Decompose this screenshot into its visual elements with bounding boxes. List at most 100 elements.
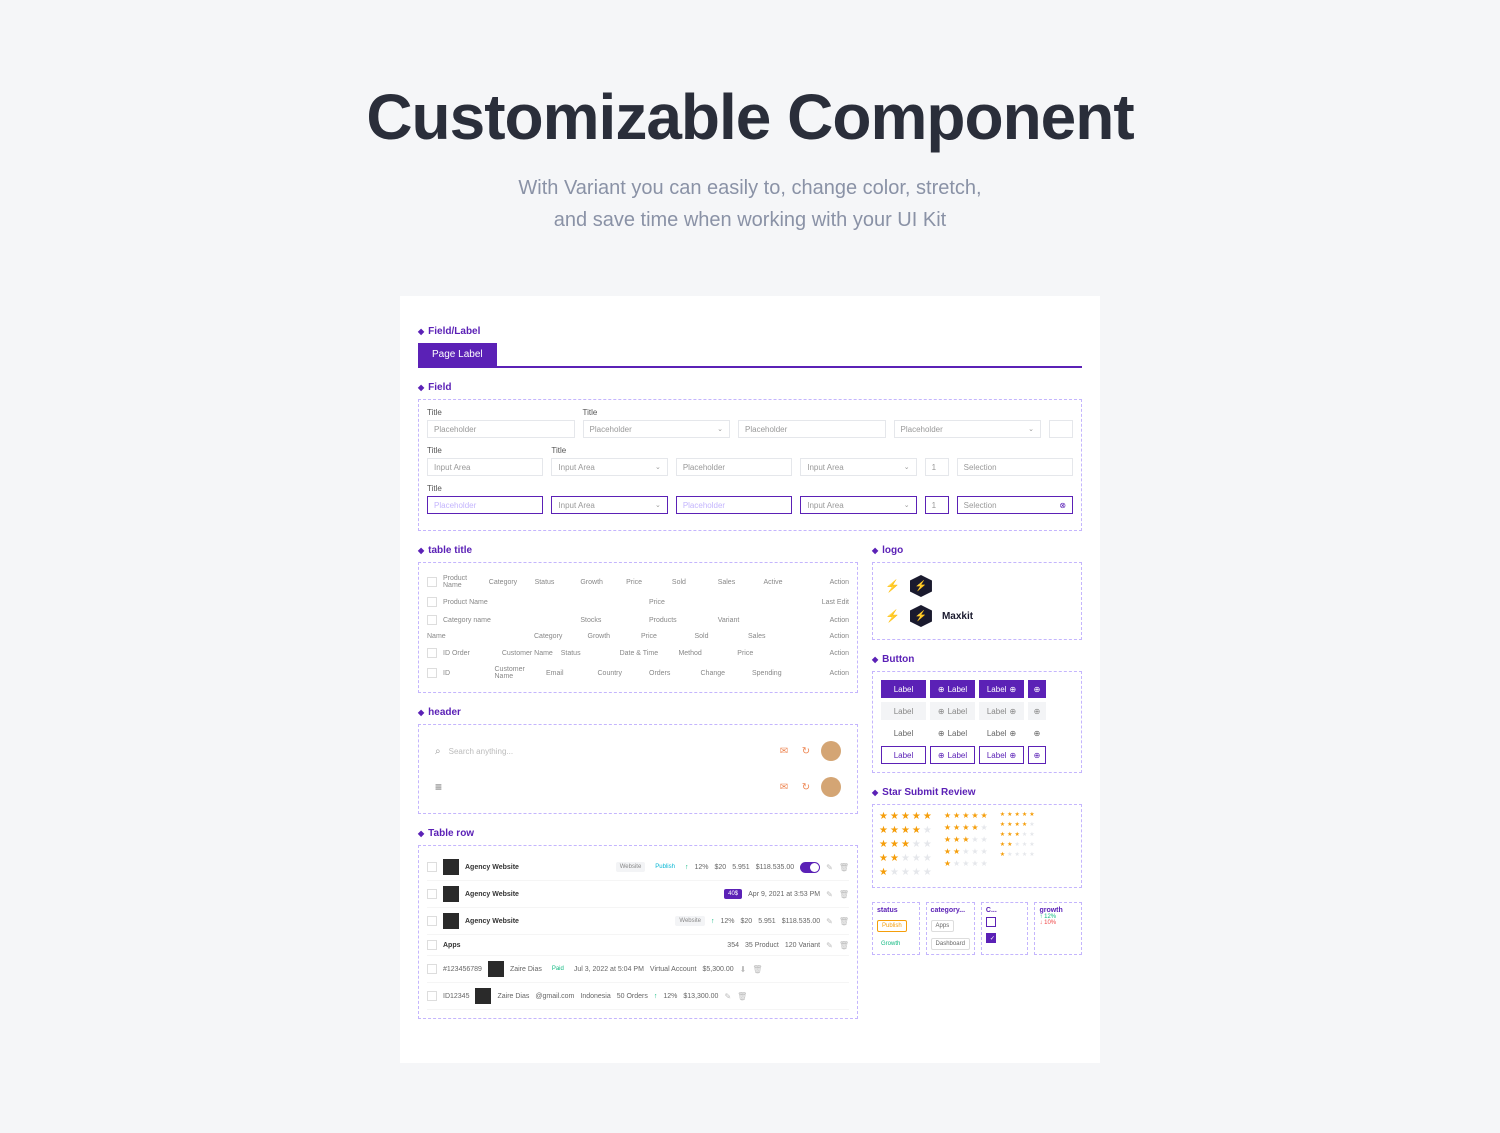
star-rating[interactable]: ★★★★★ [1000,811,1035,818]
delete-icon[interactable]: 🗑 [752,965,762,974]
checkbox[interactable] [427,668,437,678]
checkbox-checked[interactable]: ✓ [986,933,996,943]
star-rating[interactable]: ★★★★★ [944,859,988,868]
delete-icon[interactable]: 🗑 [839,863,849,872]
edit-icon[interactable]: ✎ [826,917,833,926]
download-icon[interactable]: ⬇ [740,965,747,974]
checkbox[interactable] [427,648,437,658]
close-icon[interactable]: ⊗ [1059,501,1066,510]
star-rating[interactable]: ★★★★★ [879,839,932,850]
plus-icon: ⊕ [938,707,945,716]
star-rating[interactable]: ★★★★★ [1000,851,1035,858]
section-table-row: Table row [418,828,858,839]
input-placeholder[interactable]: Placeholder [738,420,886,438]
status-badge: Publish [877,920,907,932]
hamburger-icon[interactable]: ≡ [435,780,442,794]
checkbox[interactable] [427,991,437,1001]
plus-icon: ⊕ [938,685,945,694]
edit-icon[interactable]: ✎ [826,941,833,950]
button-outline[interactable]: Label [881,746,926,764]
edit-icon[interactable]: ✎ [826,890,833,899]
select-input-area[interactable]: Input Area⌄ [551,458,667,476]
avatar[interactable] [821,741,841,761]
growth-box: growth ↑ 12% ↓ 10% [1034,902,1082,955]
page-label-tab[interactable]: Page Label [418,343,1082,366]
button-filled[interactable]: Label [881,680,926,698]
table-header-row: ID OrderCustomer NameStatusDate & TimeMe… [427,644,849,662]
edit-icon[interactable]: ✎ [826,863,833,872]
plus-icon: ⊕ [938,751,945,760]
delete-icon[interactable]: 🗑 [839,917,849,926]
chevron-down-icon: ⌄ [655,463,661,471]
star-rating[interactable]: ★★★★★ [944,847,988,856]
button-variants: Label ⊕Label Label⊕ ⊕ Label ⊕Label Label… [872,671,1082,773]
input-small[interactable] [1049,420,1073,438]
button-filled-icon-left[interactable]: ⊕Label [930,680,975,698]
button-ghost[interactable]: ⊕Label [930,724,975,742]
plus-icon: ⊕ [1034,707,1041,716]
star-rating[interactable]: ★★★★★ [879,867,932,878]
star-rating[interactable]: ★★★★★ [879,825,932,836]
input-number[interactable]: 1 [925,458,949,476]
button-ghost[interactable]: Label [881,724,926,742]
hero-subtitle: With Variant you can easily to, change c… [0,172,1500,236]
checkbox-empty[interactable] [986,917,996,927]
delete-icon[interactable]: 🗑 [839,890,849,899]
checkbox[interactable] [427,889,437,899]
checkbox[interactable] [427,964,437,974]
button-filled-icon-right[interactable]: Label⊕ [979,680,1024,698]
star-rating[interactable]: ★★★★★ [944,835,988,844]
checkbox[interactable] [427,862,437,872]
button-outline[interactable]: Label⊕ [979,746,1024,764]
button-outline[interactable]: ⊕Label [930,746,975,764]
checkbox-box: C... ✓ [981,902,1029,955]
input-active[interactable]: Placeholder [676,496,792,514]
input-area[interactable]: Input Area [427,458,543,476]
button-disabled: ⊕ [1028,702,1046,720]
star-rating[interactable]: ★★★★★ [1000,841,1035,848]
button-filled-icon[interactable]: ⊕ [1028,680,1046,698]
chevron-down-icon: ⌄ [717,425,723,433]
input-selection[interactable]: Selection [957,458,1073,476]
checkbox[interactable] [427,940,437,950]
checkbox[interactable] [427,615,437,625]
delete-icon[interactable]: 🗑 [839,941,849,950]
input-placeholder[interactable]: Placeholder [676,458,792,476]
select-placeholder[interactable]: Placeholder⌄ [583,420,731,438]
table-header-row: Category nameStocksProductsVariantAction [427,611,849,629]
delete-icon[interactable]: 🗑 [737,992,747,1001]
notification-icon[interactable]: ✉ [777,744,791,758]
refresh-icon[interactable]: ↻ [799,744,813,758]
toggle-switch[interactable] [800,862,820,873]
checkbox[interactable] [427,916,437,926]
button-outline[interactable]: ⊕ [1028,746,1046,764]
edit-icon[interactable]: ✎ [724,992,731,1001]
star-rating[interactable]: ★★★★★ [944,823,988,832]
notification-icon[interactable]: ✉ [777,780,791,794]
star-rating[interactable]: ★★★★★ [879,811,932,822]
select-input-area[interactable]: Input Area⌄ [800,458,916,476]
logo-text: Maxkit [942,611,973,622]
star-rating[interactable]: ★★★★★ [879,853,932,864]
search-input[interactable]: Search anything... [449,747,769,756]
star-rating[interactable]: ★★★★★ [944,811,988,820]
button-ghost[interactable]: Label⊕ [979,724,1024,742]
input-active[interactable]: Placeholder [427,496,543,514]
avatar[interactable] [821,777,841,797]
button-ghost[interactable]: ⊕ [1028,724,1046,742]
checkbox[interactable] [427,577,437,587]
field-variants: TitlePlaceholder TitlePlaceholder⌄ Place… [418,399,1082,531]
star-rating[interactable]: ★★★★★ [1000,831,1035,838]
input-number-active[interactable]: 1 [925,496,949,514]
logo-row: ⚡ ⚡ Maxkit [881,601,1073,631]
section-field-label: Field/Label [418,326,1082,337]
checkbox[interactable] [427,597,437,607]
select-active[interactable]: Input Area⌄ [800,496,916,514]
select-active[interactable]: Input Area⌄ [551,496,667,514]
refresh-icon[interactable]: ↻ [799,780,813,794]
input-selection-active[interactable]: Selection⊗ [957,496,1073,514]
button-disabled: Label [881,702,926,720]
input-placeholder[interactable]: Placeholder [427,420,575,438]
select-placeholder[interactable]: Placeholder⌄ [894,420,1042,438]
star-rating[interactable]: ★★★★★ [1000,821,1035,828]
